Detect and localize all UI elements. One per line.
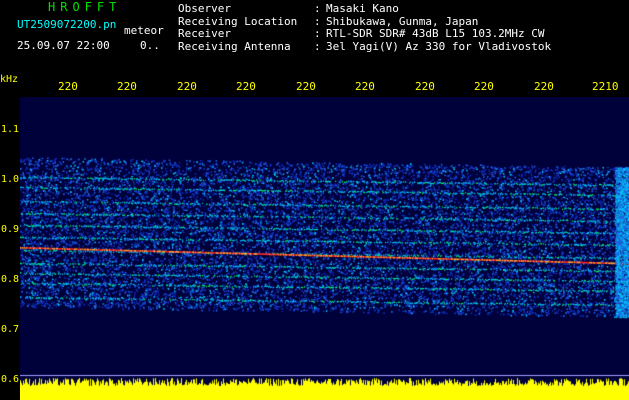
x-tick: 220: [355, 80, 375, 93]
counter-label: 0..: [140, 39, 160, 52]
x-tick: 220: [415, 80, 435, 93]
station-info: Observer : Masaki Kano Receiving Locatio…: [178, 2, 628, 54]
info-row-observer: Observer : Masaki Kano: [178, 2, 628, 16]
info-colon: :: [314, 27, 321, 40]
info-value: 3el Yagi(V) Az 330 for Vladivostok: [326, 39, 552, 53]
x-tick: 220: [296, 80, 316, 93]
info-label: Observer: [178, 2, 231, 15]
datetime-label: 25.09.07 22:00: [17, 39, 110, 52]
x-tick: 220: [117, 80, 137, 93]
info-colon: :: [314, 2, 321, 15]
x-tick: 2210: [592, 80, 619, 93]
y-tick: 0.6: [1, 374, 20, 385]
spectrogram-canvas: [20, 97, 629, 400]
hrofft-window: HROFFT UT2509072200.pn meteor 25.09.07 2…: [0, 0, 629, 400]
info-value: RTL-SDR SDR# 43dB L15 103.2MHz CW: [326, 27, 545, 40]
y-tick: 1.1: [1, 124, 20, 135]
x-tick: 220: [236, 80, 256, 93]
x-tick: 220: [534, 80, 554, 93]
info-label: Receiving Antenna: [178, 39, 291, 53]
info-label: Receiver: [178, 27, 231, 40]
info-value: Masaki Kano: [326, 2, 399, 15]
x-tick: 220: [177, 80, 197, 93]
file-name: UT2509072200.pn: [17, 18, 117, 31]
y-tick: 0.9: [1, 224, 20, 235]
mode-label: meteor: [124, 24, 164, 37]
info-row-receiver: Receiver : RTL-SDR SDR# 43dB L15 103.2MH…: [178, 27, 628, 41]
x-tick: 220: [474, 80, 494, 93]
x-tick: 220: [58, 80, 78, 93]
header-left: HROFFT UT2509072200.pn meteor 25.09.07 2…: [0, 0, 175, 60]
frequency-unit-label: kHz: [0, 74, 19, 85]
y-tick: 0.7: [1, 324, 20, 335]
y-tick: 0.8: [1, 274, 20, 285]
waterfall-plot: [20, 97, 629, 400]
info-colon: :: [314, 39, 321, 53]
info-row-antenna: Receiving Antenna : 3el Yagi(V) Az 330 f…: [178, 39, 628, 54]
app-title: HROFFT: [48, 0, 122, 14]
y-tick: 1.0: [1, 174, 20, 185]
